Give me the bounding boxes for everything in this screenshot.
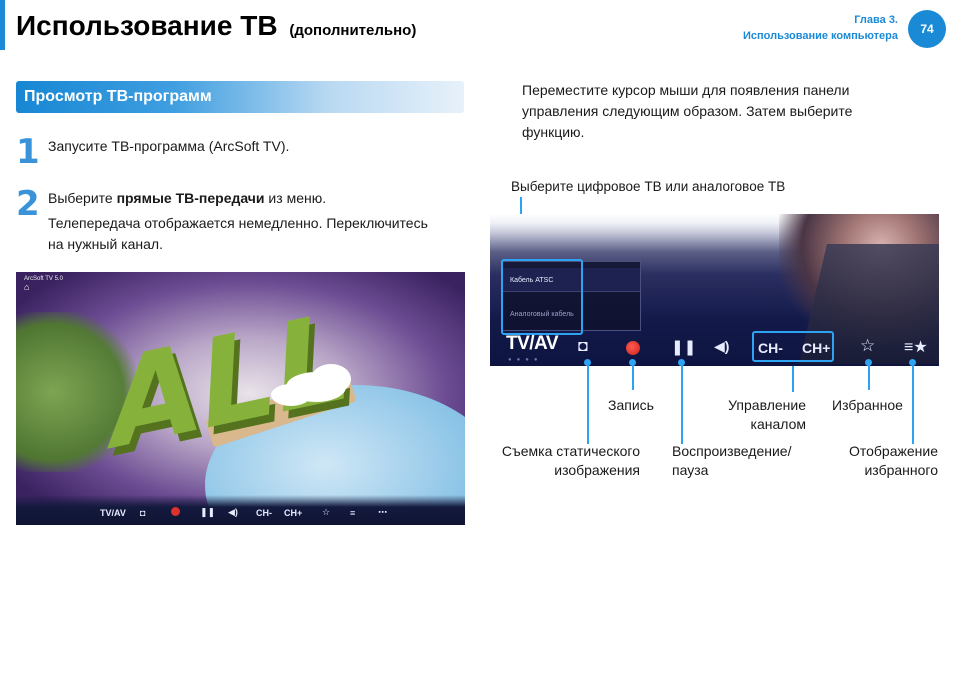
header-accent-bar [0, 0, 5, 50]
screenshot-cloud [311, 364, 351, 394]
home-icon[interactable]: ⌂ [24, 282, 29, 292]
page-title-main: Использование ТВ [16, 10, 278, 41]
label-snapshot-line-1: Съемка статического [501, 443, 640, 459]
mini-tvav-button[interactable]: TV/AV [100, 508, 126, 518]
tv-control-panel: Кабель ATSC Аналоговый кабель TV/AV ●●●●… [490, 214, 939, 366]
screenshot-toolbar: TV/AV ◘ ❚❚ ◀) CH- CH+ ☆ ≡ ⋯ [16, 495, 465, 525]
label-show-favorites-line-2: избранного [864, 462, 938, 478]
step-1-text: Запусите ТВ-программа (ArcSoft TV). [48, 138, 290, 154]
screenshot-app-label: ArcSoft TV 5.0 [24, 276, 63, 282]
source-menu-highlight [501, 259, 583, 335]
favorites-list-icon[interactable]: ≡★ [904, 337, 928, 357]
chapter-title: Использование компьютера [742, 30, 898, 42]
mini-ch-plus-button[interactable]: CH+ [284, 508, 302, 518]
label-record: Запись [608, 397, 654, 413]
step-2-text-before: Выберите [48, 190, 117, 206]
step-2-text-bold: прямые ТВ-передачи [116, 190, 265, 206]
pause-icon[interactable]: ❚❚ [671, 338, 696, 356]
step-2-text: Выберите прямые ТВ-передачи из меню. [48, 188, 326, 209]
right-intro: Переместите курсор мыши для появления па… [522, 80, 902, 143]
mini-star-icon[interactable]: ☆ [322, 507, 330, 518]
label-snapshot: Съемка статического изображения [480, 442, 640, 480]
callout-line-favorites [868, 364, 870, 390]
right-intro-line-1: Переместите курсор мыши для появления па… [522, 82, 850, 98]
label-snapshot-line-2: изображения [554, 462, 640, 478]
chapter-number: Глава 3. [854, 14, 898, 26]
top-caption: Выберите цифровое ТВ или аналоговое ТВ [511, 179, 786, 194]
chapter-label: Глава 3. Использование компьютера [743, 12, 898, 44]
label-play-pause-line-1: Воспроизведение/ [672, 443, 792, 459]
tvav-button[interactable]: TV/AV [506, 333, 559, 355]
screenshot-cloud [271, 384, 311, 406]
mini-more-icon[interactable]: ⋯ [378, 507, 387, 518]
step-2-note-line-2: на нужный канал. [48, 236, 163, 252]
right-intro-line-3: функцию. [522, 124, 585, 140]
label-play-pause: Воспроизведение/ пауза [672, 442, 812, 480]
mini-pause-icon[interactable]: ❚❚ [200, 507, 215, 518]
label-channel-control-line-2: каналом [750, 416, 806, 432]
right-intro-line-2: управления следующим образом. Затем выбе… [522, 103, 853, 119]
callout-line-camera [587, 364, 589, 444]
record-icon[interactable] [626, 341, 640, 355]
step-1-number: 1 [16, 132, 40, 172]
callout-line-pause [681, 364, 683, 444]
page-title: Использование ТВ (дополнительно) [16, 10, 416, 42]
label-channel-control-line-1: Управление [728, 397, 806, 413]
ch-plus-button[interactable]: CH+ [802, 340, 830, 356]
ch-minus-button[interactable]: CH- [758, 340, 783, 356]
step-2-note: Телепередача отображается немедленно. Пе… [48, 213, 468, 255]
panel-dots: ●●●● [508, 357, 543, 363]
favorite-star-icon[interactable]: ☆ [860, 336, 875, 356]
step-2-text-after: из меню. [264, 190, 327, 206]
mini-volume-icon[interactable]: ◀) [228, 507, 238, 518]
step-2-note-line-1: Телепередача отображается немедленно. Пе… [48, 215, 428, 231]
volume-icon[interactable]: ◀) [714, 338, 729, 355]
section-header: Просмотр ТВ-программ [16, 81, 464, 113]
mini-favorites-list-icon[interactable]: ≡ [350, 508, 355, 518]
mini-record-icon[interactable] [171, 507, 180, 516]
label-show-favorites: Отображение избранного [818, 442, 938, 480]
camera-icon[interactable]: ◘ [578, 338, 588, 356]
page-title-subtitle: (дополнительно) [289, 22, 417, 39]
mini-camera-icon[interactable]: ◘ [140, 508, 145, 518]
mini-ch-minus-button[interactable]: CH- [256, 508, 272, 518]
label-play-pause-line-2: пауза [672, 462, 709, 478]
label-show-favorites-line-1: Отображение [848, 443, 938, 459]
label-favorites: Избранное [832, 397, 903, 413]
callout-line-record [632, 364, 634, 390]
label-channel-control: Управление каналом [714, 396, 806, 434]
callout-line-channel [792, 366, 794, 392]
section-title: Просмотр ТВ-программ [24, 88, 212, 105]
callout-line-show-favorites [912, 364, 914, 444]
tv-app-screenshot: ALL ArcSoft TV 5.0 ⌂ TV/AV ◘ ❚❚ ◀) CH- C… [16, 272, 465, 525]
page-number-badge: 74 [908, 10, 946, 48]
step-2-number: 2 [16, 184, 40, 224]
